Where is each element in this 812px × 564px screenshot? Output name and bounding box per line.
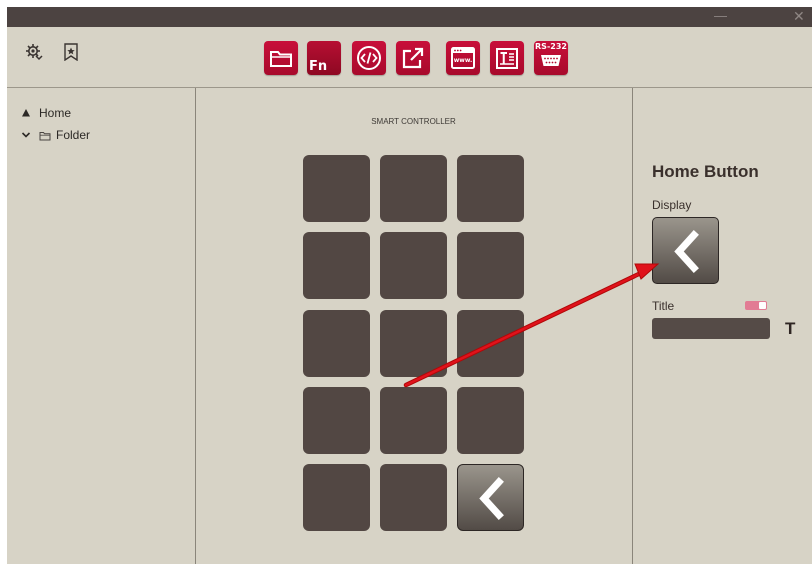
controller-button[interactable] <box>380 310 447 377</box>
title-label: Title <box>652 299 675 313</box>
folder-icon <box>39 132 51 141</box>
folder-icon <box>270 51 292 67</box>
chevron-left-icon <box>674 230 699 273</box>
toggle-knob <box>759 302 766 309</box>
home-button[interactable] <box>457 464 524 531</box>
toolbar-divider <box>7 87 812 88</box>
close-button[interactable]: ✕ <box>793 8 805 24</box>
display-label: Display <box>652 198 692 212</box>
left-panel-divider <box>195 88 196 564</box>
controller-button[interactable] <box>457 387 524 454</box>
title-visibility-toggle[interactable] <box>745 301 767 310</box>
controller-button[interactable] <box>380 155 447 222</box>
chevron-left-icon <box>479 477 504 520</box>
triangle-up-icon <box>22 109 30 117</box>
rs232-icon <box>541 55 561 66</box>
chevron-down-icon[interactable] <box>21 130 31 140</box>
controller-button[interactable] <box>457 310 524 377</box>
external-link-icon <box>402 47 424 69</box>
app-window: — ✕ Fn www. RS-232 Home Folder SMART CON… <box>7 7 812 564</box>
text-document-icon <box>496 48 518 69</box>
title-input[interactable] <box>652 318 770 339</box>
controller-button[interactable] <box>380 387 447 454</box>
minimize-button[interactable]: — <box>714 8 727 24</box>
controller-button[interactable] <box>380 464 447 531</box>
controller-button[interactable] <box>303 155 370 222</box>
code-tool-button[interactable] <box>352 41 386 75</box>
controller-button[interactable] <box>380 232 447 299</box>
controller-button[interactable] <box>303 387 370 454</box>
text-style-button[interactable]: T <box>785 319 795 339</box>
tree-item-label: Home <box>39 106 72 120</box>
tree-item-label: Folder <box>56 128 91 142</box>
serial-tool-button[interactable]: RS-232 <box>534 41 568 75</box>
settings-gear-icon[interactable] <box>25 43 43 61</box>
folder-tool-button[interactable] <box>264 41 298 75</box>
toolbar: Fn www. RS-232 <box>7 27 812 88</box>
title-bar: — ✕ <box>7 7 812 27</box>
controller-title: SMART CONTROLLER <box>371 117 456 126</box>
controller-button[interactable] <box>303 464 370 531</box>
bookmark-star-icon[interactable] <box>63 43 79 61</box>
properties-title: Home Button <box>652 162 759 181</box>
right-panel-divider <box>632 88 633 564</box>
controller-button[interactable] <box>457 232 524 299</box>
external-link-tool-button[interactable] <box>396 41 430 75</box>
function-tool-button[interactable]: Fn <box>307 41 341 75</box>
code-icon <box>357 46 381 70</box>
web-tool-button[interactable]: www. <box>446 41 480 75</box>
fn-icon: Fn <box>309 59 328 74</box>
controller-button[interactable] <box>303 310 370 377</box>
controller-button[interactable] <box>457 155 524 222</box>
controller-button[interactable] <box>303 232 370 299</box>
display-preview[interactable] <box>652 217 719 284</box>
text-document-tool-button[interactable] <box>490 41 524 75</box>
www-label: www. <box>454 57 473 64</box>
www-icon: www. <box>451 47 475 69</box>
